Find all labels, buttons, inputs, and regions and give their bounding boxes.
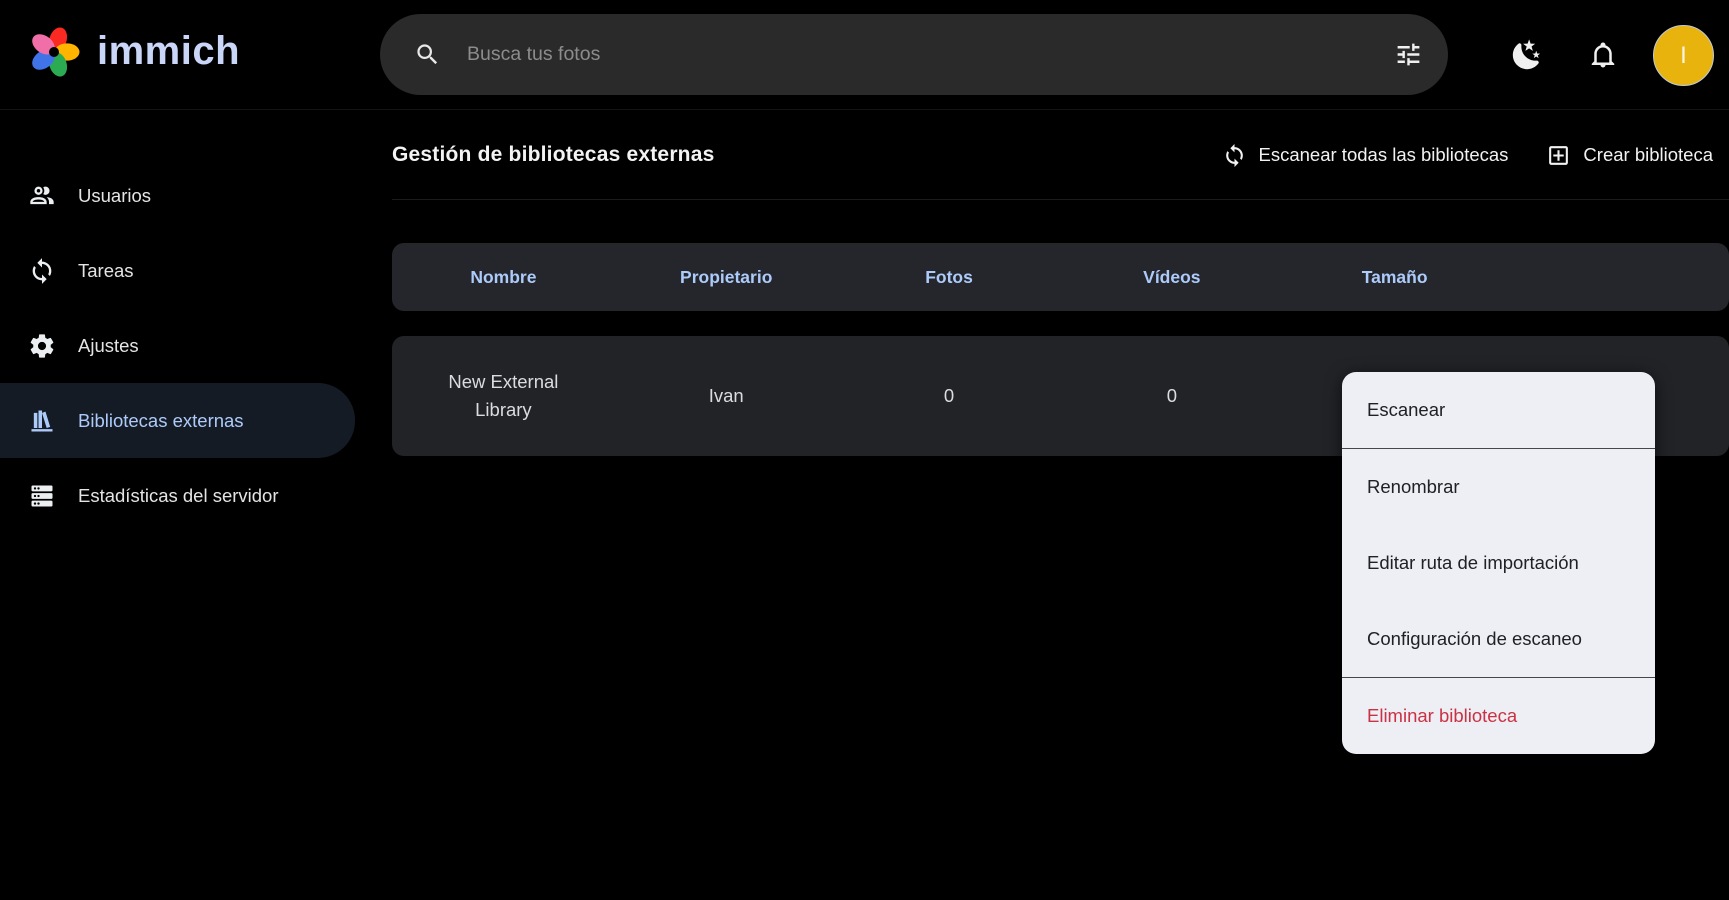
library-bookshelf-icon (28, 407, 56, 435)
avatar-initial: I (1680, 41, 1687, 69)
immich-pinwheel-icon (32, 27, 80, 77)
sidebar-item-label: Usuarios (78, 184, 151, 206)
sync-tasks-icon (28, 257, 56, 285)
menu-item-configuracion-escaneo[interactable]: Configuración de escaneo (1342, 601, 1655, 677)
scan-all-libraries-button[interactable]: Escanear todas las bibliotecas (1222, 143, 1509, 168)
server-stats-icon (28, 482, 56, 510)
library-context-menu: Escanear Renombrar Editar ruta de import… (1342, 372, 1655, 754)
table-header-row: Nombre Propietario Fotos Vídeos Tamaño (392, 243, 1729, 311)
create-library-label: Crear biblioteca (1583, 144, 1713, 165)
settings-gear-icon (28, 332, 56, 360)
admin-sidebar: Usuarios Tareas Ajustes Bibliotecas exte… (0, 111, 355, 900)
menu-item-editar-ruta[interactable]: Editar ruta de importación (1342, 525, 1655, 601)
users-icon (28, 182, 56, 210)
column-header-nombre: Nombre (470, 266, 537, 287)
menu-item-eliminar-biblioteca[interactable]: Eliminar biblioteca (1342, 678, 1655, 754)
sidebar-item-usuarios[interactable]: Usuarios (0, 158, 355, 233)
sidebar-item-ajustes[interactable]: Ajustes (0, 308, 355, 383)
sidebar-item-label: Bibliotecas externas (78, 409, 244, 431)
page-title: Gestión de bibliotecas externas (392, 143, 715, 166)
sidebar-item-label: Estadísticas del servidor (78, 484, 279, 506)
bell-icon (1591, 42, 1615, 68)
moon-stars-icon (1512, 39, 1541, 70)
library-photos-cell: 0 (943, 385, 955, 406)
menu-item-escanear[interactable]: Escanear (1342, 372, 1655, 448)
avatar[interactable]: I (1653, 25, 1714, 86)
notifications-button[interactable] (1588, 0, 1618, 110)
immich-logo[interactable]: immich (26, 23, 240, 79)
scan-refresh-icon (1225, 143, 1243, 167)
library-owner-cell: Ivan (708, 385, 744, 406)
header-actions: Escanear todas las bibliotecas Crear bib… (1222, 143, 1713, 168)
immich-admin-page: immich I (0, 0, 1729, 900)
dark-mode-toggle[interactable] (1510, 0, 1544, 110)
library-name-cell: New External Library (448, 371, 559, 420)
column-header-fotos: Fotos (925, 266, 973, 287)
page-header: Gestión de bibliotecas externas Escanear… (392, 111, 1729, 200)
sidebar-item-estadisticas[interactable]: Estadísticas del servidor (0, 458, 355, 533)
column-header-videos: Vídeos (1143, 266, 1201, 287)
app-title: immich (97, 28, 241, 73)
sidebar-item-label: Ajustes (78, 334, 139, 356)
menu-item-renombrar[interactable]: Renombrar (1342, 449, 1655, 525)
create-library-button[interactable]: Crear biblioteca (1546, 143, 1713, 168)
sidebar-item-tareas[interactable]: Tareas (0, 233, 355, 308)
create-plus-box-icon (1549, 145, 1569, 165)
scan-all-libraries-label: Escanear todas las bibliotecas (1258, 144, 1509, 165)
search-icon (417, 44, 438, 65)
column-header-propietario: Propietario (680, 266, 773, 287)
search-bar[interactable] (380, 14, 1448, 95)
library-videos-cell: 0 (1166, 385, 1177, 406)
search-input[interactable] (467, 43, 1394, 66)
sidebar-item-bibliotecas-externas[interactable]: Bibliotecas externas (0, 383, 355, 458)
sidebar-item-label: Tareas (78, 259, 134, 281)
top-bar: immich I (0, 0, 1729, 110)
column-header-tamano: Tamaño (1361, 266, 1428, 287)
tune-filter-icon[interactable] (1394, 40, 1423, 69)
